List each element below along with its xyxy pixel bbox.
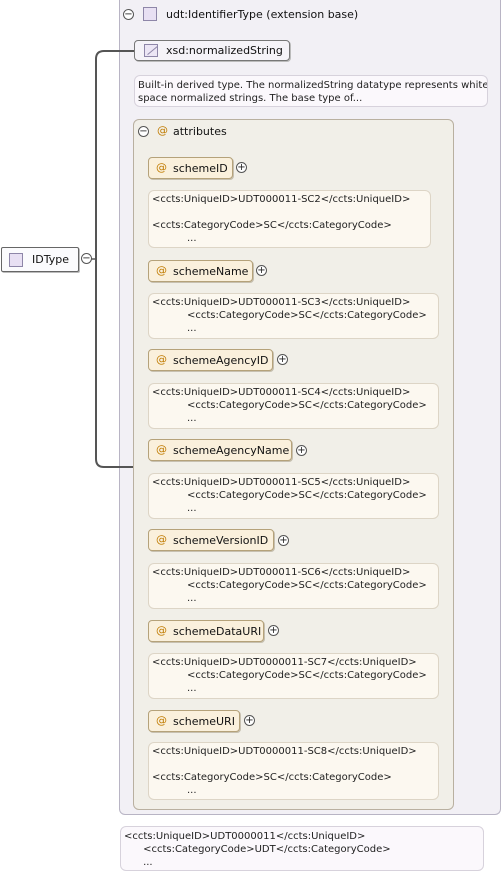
attribute-documentation: <ccts:UniqueID>UDT000011-SC2</ccts:Uniqu…	[148, 190, 431, 248]
attribute-documentation: <ccts:UniqueID>UDT000011-SC5</ccts:Uniqu…	[148, 473, 439, 519]
extension-type-label: udt:IdentifierType (extension base)	[166, 8, 359, 21]
attribute-label: schemeAgencyName	[173, 444, 290, 457]
attribute-schemename[interactable]: @ schemeName	[148, 260, 253, 282]
attribute-schemedatauri[interactable]: @ schemeDataURI	[148, 620, 264, 642]
attribute-label: schemeDataURI	[173, 625, 262, 638]
attribute-schemeuri[interactable]: @ schemeURI	[148, 710, 240, 732]
expand-schemedatauri-button[interactable]: +	[268, 625, 279, 636]
attribute-documentation: <ccts:UniqueID>UDT000011-SC6</ccts:Uniqu…	[148, 563, 439, 609]
root-element-idtype[interactable]: IDType	[1, 247, 79, 272]
base-type-documentation: Built-in derived type. The normalizedStr…	[134, 75, 488, 107]
root-element-documentation: <ccts:UniqueID>UDT0000011</ccts:UniqueID…	[120, 826, 484, 871]
attribute-icon: @	[156, 533, 167, 546]
expand-schemeuri-button[interactable]: +	[244, 715, 255, 726]
simple-type-icon	[144, 44, 158, 57]
complex-type-icon	[143, 7, 157, 21]
attribute-documentation: <ccts:UniqueID>UDT0000011-SC7</ccts:Uniq…	[148, 653, 439, 699]
complex-type-icon	[9, 253, 23, 267]
attribute-label: schemeAgencyID	[173, 354, 269, 367]
attribute-schemeagencyid[interactable]: @ schemeAgencyID	[148, 349, 273, 371]
root-element-label: IDType	[32, 253, 69, 266]
expand-schemeversionid-button[interactable]: +	[278, 535, 289, 546]
attribute-schemeid[interactable]: @ schemeID	[148, 157, 233, 179]
attribute-schemeagencyname[interactable]: @ schemeAgencyName	[148, 439, 292, 461]
expand-schemeid-button[interactable]: +	[236, 162, 247, 173]
attribute-documentation: <ccts:UniqueID>UDT0000011-SC8</ccts:Uniq…	[148, 742, 439, 800]
attribute-icon: @	[156, 161, 167, 174]
attribute-icon: @	[156, 443, 167, 456]
attribute-documentation: <ccts:UniqueID>UDT000011-SC4</ccts:Uniqu…	[148, 383, 439, 429]
attribute-icon: @	[156, 714, 167, 727]
expand-schemeagencyid-button[interactable]: +	[277, 354, 288, 365]
base-type-xsd-normalizedstring[interactable]: xsd:normalizedString	[134, 40, 290, 61]
attributes-group-label: attributes	[173, 125, 227, 138]
attribute-icon: @	[156, 353, 167, 366]
attribute-label: schemeURI	[173, 715, 235, 728]
expand-schemeagencyname-button[interactable]: +	[296, 445, 307, 456]
attribute-icon: @	[156, 264, 167, 277]
attribute-label: schemeID	[173, 162, 228, 175]
attribute-icon: @	[156, 624, 167, 637]
collapse-extension-button[interactable]: −	[123, 9, 134, 20]
expand-schemename-button[interactable]: +	[256, 265, 267, 276]
base-type-label: xsd:normalizedString	[166, 44, 283, 57]
attribute-schemeversionid[interactable]: @ schemeVersionID	[148, 529, 274, 551]
attribute-label: schemeName	[173, 265, 249, 278]
collapse-attributes-button[interactable]: −	[138, 126, 149, 137]
attribute-label: schemeVersionID	[173, 534, 269, 547]
attributes-icon: @	[157, 124, 168, 137]
attribute-documentation: <ccts:UniqueID>UDT000011-SC3</ccts:Uniqu…	[148, 293, 439, 339]
